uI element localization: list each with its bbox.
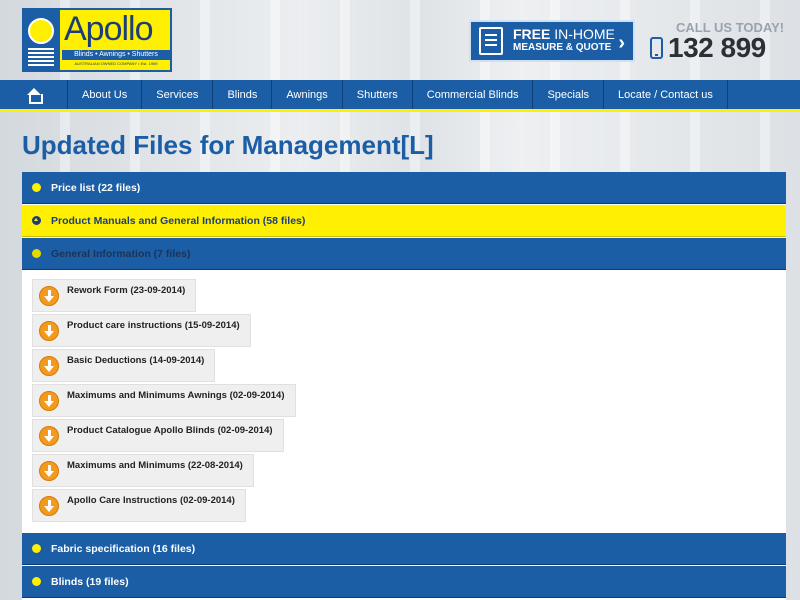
download-icon <box>39 356 59 376</box>
section-label: Product Manuals and General Information … <box>51 214 306 227</box>
page-title: Updated Files for Management[L] <box>22 130 434 160</box>
section-fabric-specification[interactable]: Fabric specification (16 files) <box>22 533 786 565</box>
section-general-information[interactable]: General Information (7 files) <box>22 238 786 270</box>
home-icon <box>26 87 43 104</box>
file-label: Rework Form (23-09-2014) <box>67 285 186 296</box>
blind-slats-icon <box>28 48 54 66</box>
file-label: Maximums and Minimums (22-08-2014) <box>67 460 243 471</box>
logo-wordmark: Apollo <box>64 10 154 48</box>
nav-specials[interactable]: Specials <box>533 80 605 109</box>
section-price-list[interactable]: Price list (22 files) <box>22 172 786 204</box>
quote-line1: FREE IN-HOME <box>513 27 615 41</box>
file-item[interactable]: Rework Form (23-09-2014) <box>32 279 197 312</box>
quote-document-icon <box>479 27 503 55</box>
nav-commercial-blinds[interactable]: Commercial Blinds <box>413 80 534 109</box>
nav-blinds[interactable]: Blinds <box>213 80 273 109</box>
nav-services[interactable]: Services <box>142 80 214 109</box>
site-header: Apollo Blinds • Awnings • Shutters AUSTR… <box>0 0 800 80</box>
download-icon <box>39 321 59 341</box>
logo-tagline: Blinds • Awnings • Shutters <box>62 50 170 60</box>
section-product-manuals[interactable]: Product Manuals and General Information … <box>22 205 786 237</box>
free-measure-quote-button[interactable]: FREE IN-HOME MEASURE & QUOTE › <box>469 20 635 62</box>
file-label: Apollo Care Instructions (02-09-2014) <box>67 495 235 506</box>
nav-locate-contact[interactable]: Locate / Contact us <box>604 80 728 109</box>
file-item[interactable]: Maximums and Minimums (22-08-2014) <box>32 454 254 487</box>
file-label: Maximums and Minimums Awnings (02-09-201… <box>67 390 285 401</box>
bullet-icon <box>32 183 41 192</box>
file-item[interactable]: Maximums and Minimums Awnings (02-09-201… <box>32 384 296 417</box>
file-item[interactable]: Apollo Care Instructions (02-09-2014) <box>32 489 246 522</box>
bullet-icon <box>32 544 41 553</box>
file-label: Product care instructions (15-09-2014) <box>67 320 240 331</box>
collapse-icon <box>32 216 41 225</box>
logo-mark <box>24 10 60 70</box>
download-icon <box>39 286 59 306</box>
mobile-phone-icon <box>650 37 663 59</box>
section-label: General Information (7 files) <box>51 247 191 260</box>
section-blinds[interactable]: Blinds (19 files) <box>22 566 786 598</box>
quote-inhome-label: IN-HOME <box>550 26 615 42</box>
section-label: Price list (22 files) <box>51 181 141 194</box>
phone-number[interactable]: 132 899 <box>668 32 766 64</box>
download-icon <box>39 426 59 446</box>
bullet-icon <box>32 577 41 586</box>
nav-shutters[interactable]: Shutters <box>343 80 413 109</box>
nav-about-us[interactable]: About Us <box>68 80 143 109</box>
download-icon <box>39 461 59 481</box>
file-list: Rework Form (23-09-2014) Product care in… <box>22 271 786 533</box>
main-nav: About Us Services Blinds Awnings Shutter… <box>0 80 800 112</box>
quote-free-label: FREE <box>513 26 551 42</box>
file-item[interactable]: Basic Deductions (14-09-2014) <box>32 349 216 382</box>
sun-icon <box>28 18 54 44</box>
bullet-icon <box>32 249 41 258</box>
file-label: Product Catalogue Apollo Blinds (02-09-2… <box>67 425 273 436</box>
files-panel: Price list (22 files) Product Manuals an… <box>22 172 786 600</box>
section-label: Blinds (19 files) <box>51 575 129 588</box>
section-label: Fabric specification (16 files) <box>51 542 196 555</box>
file-item[interactable]: Product Catalogue Apollo Blinds (02-09-2… <box>32 419 284 452</box>
quote-line2: MEASURE & QUOTE <box>513 42 612 53</box>
file-item[interactable]: Product care instructions (15-09-2014) <box>32 314 251 347</box>
nav-awnings[interactable]: Awnings <box>272 80 343 109</box>
chevron-right-icon: › <box>618 32 625 54</box>
apollo-logo[interactable]: Apollo Blinds • Awnings • Shutters AUSTR… <box>22 8 172 72</box>
download-icon <box>39 391 59 411</box>
download-icon <box>39 496 59 516</box>
file-label: Basic Deductions (14-09-2014) <box>67 355 205 366</box>
phone-row[interactable]: 132 899 <box>650 32 766 64</box>
logo-subtext: AUSTRALIAN OWNED COMPANY • Est. 1969 <box>74 61 158 66</box>
quote-text: FREE IN-HOME MEASURE & QUOTE <box>513 27 615 55</box>
nav-home[interactable] <box>0 80 68 109</box>
